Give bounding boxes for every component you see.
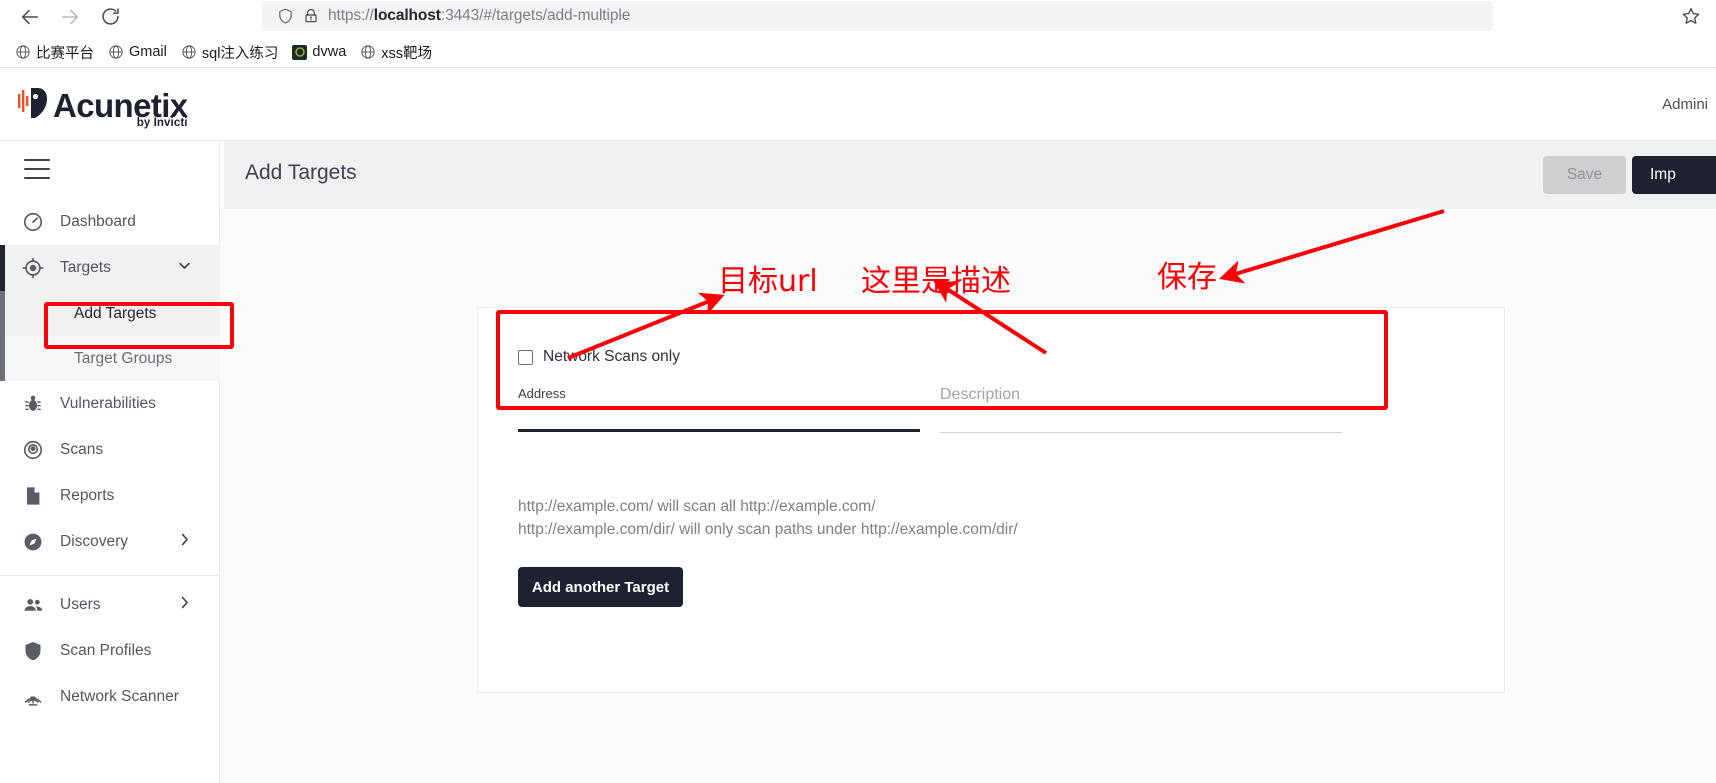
sidebar-item-vulnerabilities[interactable]: Vulnerabilities — [0, 381, 220, 427]
page-title: Add Targets — [245, 161, 357, 184]
users-icon — [22, 592, 52, 618]
sidebar-label: Scan Profiles — [60, 642, 152, 659]
sidebar-label: Reports — [60, 487, 115, 504]
globe-icon — [360, 44, 376, 60]
lock-warning-icon[interactable] — [298, 7, 324, 25]
main-content: Add Targets Save Imp Network Scans only … — [220, 141, 1716, 783]
sidebar-nav-list: Dashboard Targets Add Targets Target Gro… — [0, 199, 220, 720]
import-button[interactable]: Imp — [1632, 156, 1716, 194]
bookmark-item[interactable]: 比赛平台 — [8, 40, 101, 64]
sidebar-label: Vulnerabilities — [60, 395, 156, 412]
add-targets-card: Network Scans only Address Description h… — [477, 307, 1505, 693]
sidebar-item-discovery[interactable]: Discovery — [0, 519, 220, 565]
acunetix-logo-mark — [18, 84, 48, 122]
bookmark-label: Gmail — [129, 44, 167, 60]
url-text: https://localhost:3443/#/targets/add-mul… — [328, 7, 631, 24]
sidebar-label: Dashboard — [60, 213, 136, 230]
address-field[interactable]: Address — [518, 386, 920, 432]
sidebar-item-reports[interactable]: Reports — [0, 473, 220, 519]
sidebar-label: Network Scanner — [60, 688, 179, 705]
bookmark-item[interactable]: Gmail — [101, 40, 174, 64]
app-header: Acunetix by Invicti Admini — [0, 68, 1716, 141]
globe-icon — [108, 44, 124, 60]
star-icon[interactable] — [1678, 3, 1704, 29]
sidebar-item-network-scanner[interactable]: Network Scanner — [0, 674, 220, 720]
sidebar-item-users[interactable]: Users — [0, 582, 220, 628]
save-button[interactable]: Save — [1543, 156, 1626, 194]
hint-line-1: http://example.com/ will scan all http:/… — [518, 498, 876, 515]
bug-icon — [22, 391, 52, 417]
acunetix-app: Acunetix by Invicti Admini Dashboard Tar… — [0, 68, 1716, 783]
sidebar-item-targets[interactable]: Targets — [0, 245, 220, 291]
bookmark-item[interactable]: sql注入练习 — [174, 40, 286, 64]
bookmark-item[interactable]: dvwa — [285, 40, 353, 64]
chevron-down-icon[interactable] — [177, 258, 192, 278]
sidebar-label: Scans — [60, 441, 104, 458]
hamburger-menu-icon[interactable] — [24, 159, 50, 179]
url-bar[interactable]: https://localhost:3443/#/targets/add-mul… — [262, 1, 1493, 31]
arrow-left-icon[interactable] — [10, 2, 50, 32]
acunetix-logo: Acunetix by Invicti — [18, 84, 188, 129]
sidebar: Dashboard Targets Add Targets Target Gro… — [0, 141, 220, 783]
shield-icon — [22, 638, 52, 664]
sidebar-item-scan-profiles[interactable]: Scan Profiles — [0, 628, 220, 674]
chevron-right-icon[interactable] — [177, 595, 192, 615]
add-another-target-button[interactable]: Add another Target — [518, 567, 683, 607]
bookmark-label: 比赛平台 — [36, 45, 94, 62]
description-field[interactable]: Description — [940, 386, 1342, 433]
shield-icon — [272, 7, 298, 25]
globe-icon — [15, 44, 31, 60]
sidebar-item-add-targets[interactable]: Add Targets — [0, 291, 220, 336]
bookmarks-bar: 比赛平台 Gmail sql注入练习 dvwa xss靶场 — [0, 38, 1716, 66]
arrow-right-icon[interactable] — [50, 2, 90, 32]
sidebar-item-scans[interactable]: Scans — [0, 427, 220, 473]
bookmark-label: dvwa — [312, 44, 347, 60]
bookmark-label: sql注入练习 — [201, 45, 279, 62]
description-placeholder: Description — [940, 386, 1021, 403]
compass-icon — [22, 529, 52, 555]
network-scans-only-row[interactable]: Network Scans only — [518, 348, 680, 366]
description-underline — [940, 432, 1342, 433]
network-scans-only-label: Network Scans only — [543, 348, 680, 365]
reload-icon[interactable] — [90, 2, 130, 32]
sidebar-sub-label: Target Groups — [74, 349, 173, 367]
sidebar-label: Targets — [60, 259, 111, 276]
target-crosshair-icon — [22, 255, 52, 281]
sidebar-divider — [0, 575, 220, 576]
globe-icon — [181, 44, 197, 60]
address-underline — [518, 429, 920, 432]
bookmark-label: xss靶场 — [381, 45, 433, 62]
radar-scan-icon — [22, 437, 52, 463]
url-hint-text: http://example.com/ will scan all http:/… — [518, 495, 1018, 541]
bookmark-item[interactable]: xss靶场 — [353, 40, 439, 64]
account-name[interactable]: Admini — [1662, 96, 1708, 113]
dashboard-gauge-icon — [22, 209, 52, 235]
chevron-right-icon[interactable] — [177, 532, 192, 552]
browser-nav-bar: https://localhost:3443/#/targets/add-mul… — [0, 0, 1716, 33]
document-icon — [22, 483, 52, 509]
page-toolbar: Add Targets Save Imp — [220, 141, 1716, 209]
address-label: Address — [518, 386, 566, 401]
sidebar-item-target-groups[interactable]: Target Groups — [0, 336, 220, 381]
sidebar-label: Users — [60, 596, 101, 613]
sidebar-sub-label: Add Targets — [74, 304, 157, 322]
acunetix-logo-subtitle: by Invicti — [136, 117, 188, 129]
browser-chrome: https://localhost:3443/#/targets/add-mul… — [0, 0, 1716, 68]
hint-line-2: http://example.com/dir/ will only scan p… — [518, 521, 1018, 538]
dvwa-favicon — [292, 44, 308, 60]
sidebar-item-dashboard[interactable]: Dashboard — [0, 199, 220, 245]
sidebar-label: Discovery — [60, 533, 129, 550]
network-scans-only-checkbox[interactable] — [518, 349, 533, 365]
network-scanner-icon — [22, 684, 52, 710]
